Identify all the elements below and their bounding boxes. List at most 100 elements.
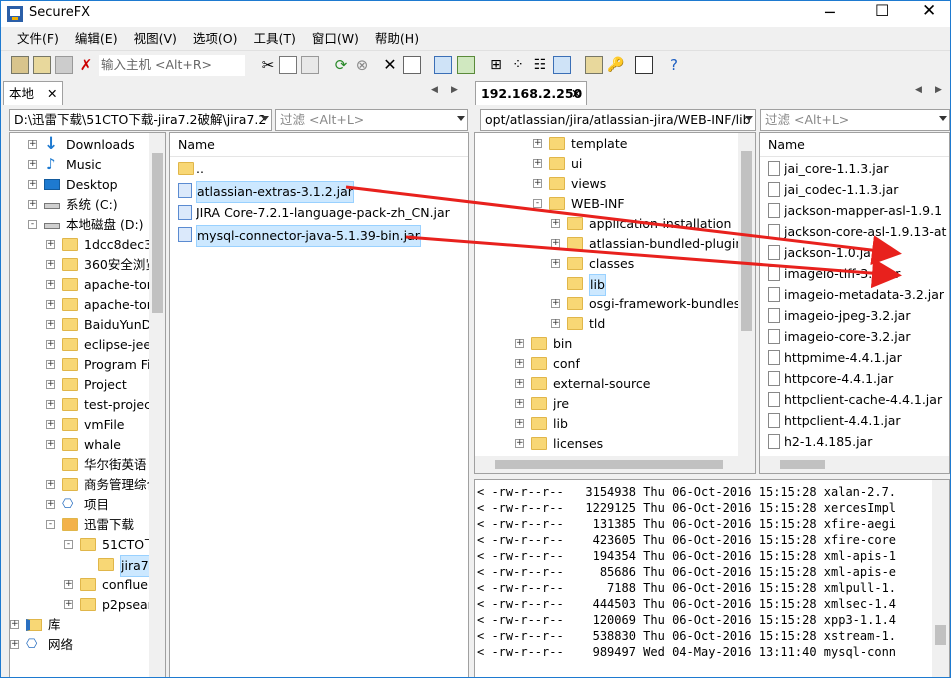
tree-node[interactable]: + ⎔ 项目 bbox=[10, 495, 150, 515]
horizontal-scrollbar[interactable] bbox=[475, 456, 755, 473]
tree-node[interactable]: + conf bbox=[475, 354, 737, 374]
scrollbar-thumb[interactable] bbox=[495, 460, 723, 469]
expand-toggle-icon[interactable]: + bbox=[46, 320, 55, 329]
tree-node[interactable]: + lib bbox=[475, 414, 737, 434]
expand-toggle-icon[interactable]: + bbox=[46, 240, 55, 249]
expand-toggle-icon[interactable]: + bbox=[515, 439, 524, 448]
tree-node[interactable]: + BaiduYunD bbox=[10, 315, 150, 335]
copy-icon[interactable] bbox=[279, 56, 297, 74]
file-row[interactable]: httpclient-cache-4.4.1.jar bbox=[764, 390, 949, 410]
expand-toggle-icon[interactable]: + bbox=[551, 219, 560, 228]
expand-toggle-icon[interactable]: - bbox=[533, 199, 542, 208]
tree-node[interactable]: + jre bbox=[475, 394, 737, 414]
tab-close-icon[interactable]: ✕ bbox=[571, 82, 581, 106]
file-row[interactable]: imageio-metadata-3.2.jar bbox=[764, 285, 949, 305]
tree-node[interactable]: 华尔街英语 bbox=[10, 455, 150, 475]
file-row[interactable]: imageio-jpeg-3.2.jar bbox=[764, 306, 949, 326]
close-button[interactable]: ✕ bbox=[922, 1, 936, 21]
tree-node[interactable]: + apache-tom bbox=[10, 295, 150, 315]
upload-icon[interactable] bbox=[457, 56, 475, 74]
tab-local[interactable]: 本地 ✕ bbox=[3, 81, 63, 105]
local-folder-tree[interactable]: + ↓ Downloads + ♪ Music + Desktop + 系统 (C:) - 本地磁盘 … bbox=[9, 132, 166, 677]
tree-node[interactable]: - 本地磁盘 (D:) bbox=[10, 215, 150, 235]
scrollbar-thumb[interactable] bbox=[780, 460, 825, 469]
expand-toggle-icon[interactable]: + bbox=[533, 179, 542, 188]
tab-remote[interactable]: 192.168.2.250 ✕ bbox=[475, 81, 587, 105]
tab-scroll-left-icon[interactable]: ◀ bbox=[915, 85, 922, 95]
details-view-icon[interactable] bbox=[553, 56, 571, 74]
remote-file-list[interactable]: Name jai_core-1.1.3.jar jai_codec-1.1.3.j… bbox=[759, 132, 950, 474]
menu-file[interactable]: 文件(F) bbox=[11, 27, 65, 51]
menu-options[interactable]: 选项(O) bbox=[187, 27, 244, 51]
tree-node[interactable]: + confluen bbox=[10, 575, 150, 595]
chevron-down-icon[interactable] bbox=[261, 116, 269, 121]
paste-icon[interactable] bbox=[301, 56, 319, 74]
tree-node[interactable]: + atlassian-bundled-plugins bbox=[475, 234, 750, 254]
file-row[interactable]: imageio-tiff-3.2.jar bbox=[764, 264, 949, 284]
file-row[interactable]: jackson-1.0.jar bbox=[764, 243, 949, 263]
tab-scroll-right-icon[interactable]: ▶ bbox=[935, 85, 942, 95]
file-row[interactable]: httpmime-4.4.1.jar bbox=[764, 348, 949, 368]
file-row[interactable]: imageio-core-3.2.jar bbox=[764, 327, 949, 347]
tree-node[interactable]: +360安全浏览 bbox=[10, 255, 150, 275]
vertical-scrollbar[interactable] bbox=[932, 480, 949, 677]
file-row[interactable]: httpcore-4.4.1.jar bbox=[764, 369, 949, 389]
tree-node[interactable]: + eclipse-jee- bbox=[10, 335, 150, 355]
refresh-icon[interactable]: ⟳ bbox=[332, 56, 350, 74]
expand-toggle-icon[interactable]: - bbox=[46, 520, 55, 529]
stop-icon[interactable]: ⊗ bbox=[353, 56, 371, 74]
file-row[interactable]: .. bbox=[174, 159, 464, 179]
expand-toggle-icon[interactable]: + bbox=[28, 140, 37, 149]
file-row[interactable]: mysql-connector-java-5.1.39-bin.jar bbox=[174, 225, 464, 247]
expand-toggle-icon[interactable]: - bbox=[28, 220, 37, 229]
menu-view[interactable]: 视图(V) bbox=[128, 27, 183, 51]
tree-node[interactable]: +1dcc8dec3c bbox=[10, 235, 150, 255]
tree-node[interactable]: + tld bbox=[475, 314, 737, 334]
tree-node[interactable]: jira7 bbox=[10, 555, 150, 577]
file-row[interactable]: jai_core-1.1.3.jar bbox=[764, 159, 949, 179]
tree-node[interactable]: + Project bbox=[10, 375, 150, 395]
scrollbar-thumb[interactable] bbox=[741, 151, 752, 331]
tree-node[interactable]: + ui bbox=[475, 154, 737, 174]
expand-toggle-icon[interactable]: + bbox=[533, 159, 542, 168]
expand-toggle-icon[interactable]: + bbox=[64, 580, 73, 589]
remote-filter-combo[interactable]: 过滤 <Alt+L> bbox=[760, 109, 950, 131]
expand-toggle-icon[interactable]: + bbox=[46, 360, 55, 369]
remote-path-combo[interactable]: opt/atlassian/jira/atlassian-jira/WEB-IN… bbox=[480, 109, 756, 131]
expand-toggle-icon[interactable]: + bbox=[46, 260, 55, 269]
horizontal-scrollbar[interactable] bbox=[760, 456, 949, 473]
tree-node[interactable]: + ↓ Downloads bbox=[10, 135, 150, 155]
tree-node[interactable]: + Program Fil bbox=[10, 355, 150, 375]
file-row[interactable]: atlassian-extras-3.1.2.jar bbox=[174, 181, 464, 203]
menu-window[interactable]: 窗口(W) bbox=[306, 27, 365, 51]
file-row[interactable]: h2-1.4.185.jar bbox=[764, 432, 949, 452]
tree-node[interactable]: + external-source bbox=[475, 374, 737, 394]
expand-toggle-icon[interactable]: + bbox=[46, 340, 55, 349]
tree-node[interactable]: + osgi-framework-bundles bbox=[475, 294, 740, 314]
help-icon[interactable]: ? bbox=[665, 56, 683, 74]
tree-node[interactable]: + application-installation bbox=[475, 214, 737, 234]
expand-toggle-icon[interactable]: + bbox=[10, 640, 19, 649]
menu-help[interactable]: 帮助(H) bbox=[369, 27, 425, 51]
local-filter-combo[interactable]: 过滤 <Alt+L> bbox=[275, 109, 468, 131]
expand-toggle-icon[interactable]: + bbox=[46, 400, 55, 409]
tree-node[interactable]: + 商务管理综合 bbox=[10, 475, 150, 495]
minimize-button[interactable]: ─ bbox=[825, 3, 835, 22]
expand-toggle-icon[interactable]: + bbox=[28, 160, 37, 169]
connect-icon[interactable] bbox=[11, 56, 29, 74]
menu-edit[interactable]: 编辑(E) bbox=[69, 27, 124, 51]
chevron-down-icon[interactable] bbox=[745, 116, 753, 121]
local-path-combo[interactable]: D:\迅雷下载\51CTO下载-jira7.2破解\jira7.2 bbox=[9, 109, 272, 131]
expand-toggle-icon[interactable]: + bbox=[46, 380, 55, 389]
tree-node[interactable]: - 迅雷下载 bbox=[10, 515, 150, 535]
edit-icon[interactable] bbox=[403, 56, 421, 74]
large-icons-icon[interactable]: ⊞ bbox=[487, 56, 505, 74]
host-input[interactable]: 输入主机 <Alt+R> bbox=[99, 55, 245, 76]
chevron-down-icon[interactable] bbox=[939, 116, 947, 121]
tree-node[interactable]: + apache-tom bbox=[10, 275, 150, 295]
remote-list-header[interactable]: Name bbox=[760, 133, 949, 157]
tree-node[interactable]: + template bbox=[475, 134, 737, 154]
quick-connect-icon[interactable] bbox=[33, 56, 51, 74]
expand-toggle-icon[interactable]: + bbox=[515, 419, 524, 428]
expand-toggle-icon[interactable]: + bbox=[551, 319, 560, 328]
